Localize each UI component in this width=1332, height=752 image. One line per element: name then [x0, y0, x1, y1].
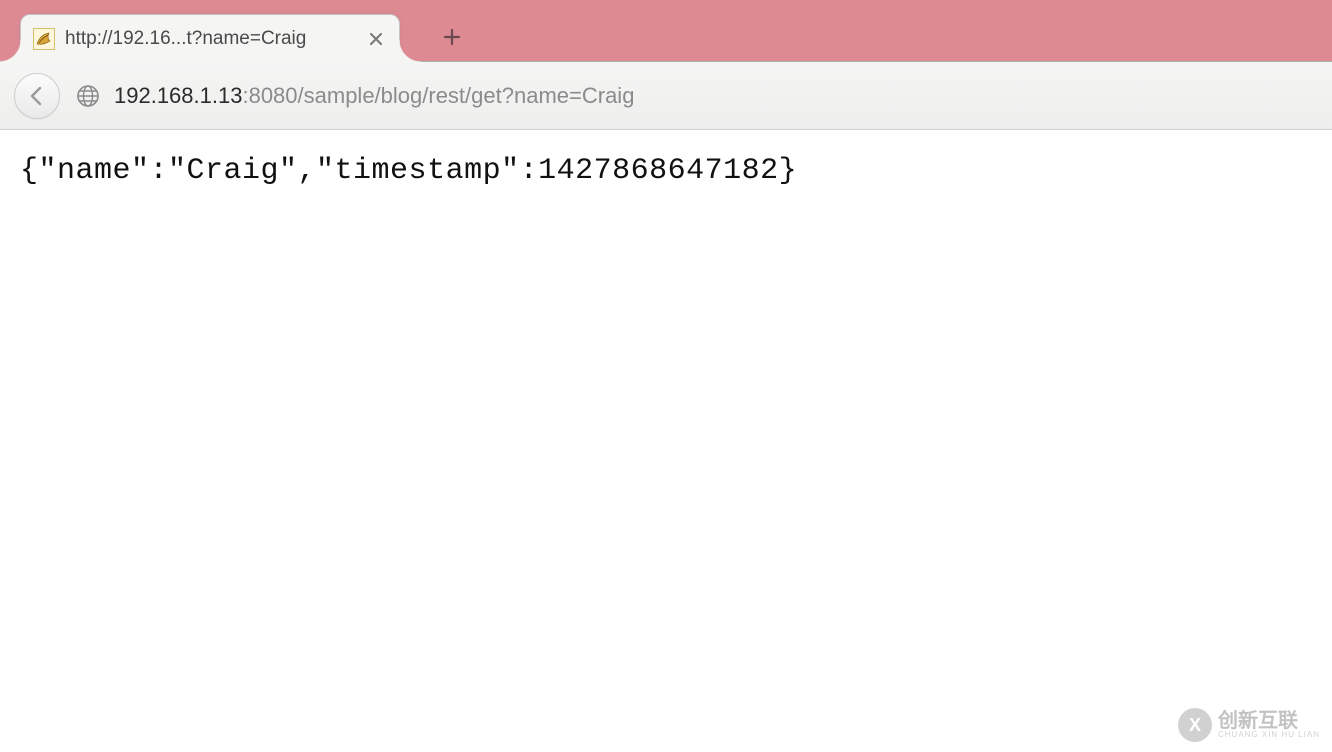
address-bar[interactable]: 192.168.1.13:8080/sample/blog/rest/get?n… [72, 74, 1318, 118]
url-path: :8080/sample/blog/rest/get?name=Craig [242, 83, 634, 108]
watermark: X 创新互联 CHUANG XIN HU LIAN [1178, 708, 1320, 742]
page-body-json: {"name":"Craig","timestamp":142786864718… [0, 130, 1332, 212]
navigation-toolbar: 192.168.1.13:8080/sample/blog/rest/get?n… [0, 62, 1332, 130]
back-button[interactable] [14, 73, 60, 119]
watermark-logo-icon: X [1178, 708, 1212, 742]
url-host: 192.168.1.13 [114, 83, 242, 108]
globe-icon [76, 84, 100, 108]
close-tab-icon[interactable] [367, 30, 385, 48]
tomcat-favicon [33, 28, 55, 50]
browser-tab[interactable]: http://192.16...t?name=Craig [20, 14, 400, 62]
watermark-subtext: CHUANG XIN HU LIAN [1218, 731, 1320, 739]
watermark-text: 创新互联 [1218, 711, 1320, 731]
new-tab-button[interactable] [432, 21, 472, 53]
tab-title: http://192.16...t?name=Craig [65, 28, 357, 50]
tab-strip: http://192.16...t?name=Craig [0, 0, 1332, 62]
url-text: 192.168.1.13:8080/sample/blog/rest/get?n… [114, 83, 634, 109]
